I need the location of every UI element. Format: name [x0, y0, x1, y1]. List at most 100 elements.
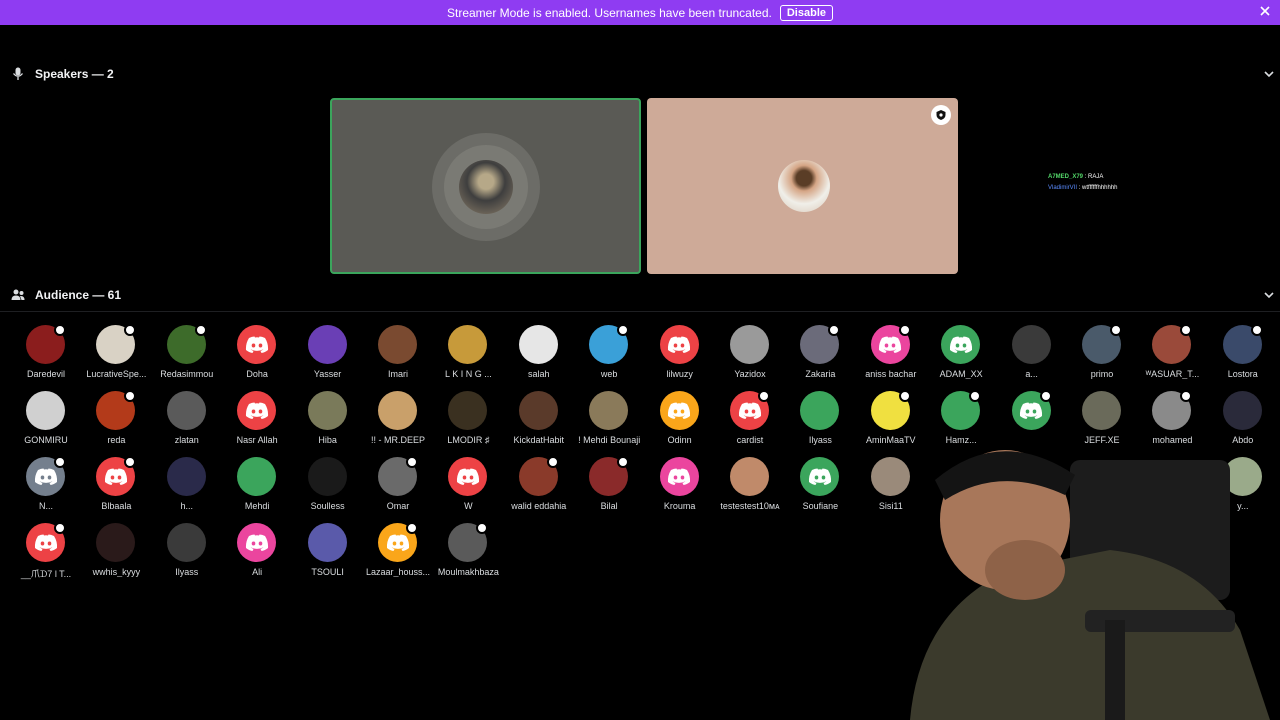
avatar: [166, 391, 206, 430]
audience-member[interactable]: Daredevil: [10, 322, 82, 382]
audience-member[interactable]: GONMIRU: [10, 388, 82, 448]
audience-member[interactable]: W: [432, 454, 504, 514]
audience-member[interactable]: Imari: [362, 322, 434, 382]
audience-member[interactable]: Soulless: [292, 454, 364, 514]
avatar: [307, 325, 347, 364]
chevron-down-icon[interactable]: [1263, 68, 1275, 80]
member-name: Soufiane: [802, 501, 839, 511]
audience-member[interactable]: reda: [80, 388, 152, 448]
audience-member[interactable]: Odinn: [644, 388, 716, 448]
member-name: Nasr Allah: [236, 435, 278, 445]
close-icon[interactable]: [1258, 4, 1272, 18]
audience-member[interactable]: Omar: [362, 454, 434, 514]
member-name: N...: [38, 501, 53, 511]
member-name: Zakaria: [805, 369, 836, 379]
audience-member[interactable]: !! - MR.DEEP: [362, 388, 434, 448]
member-name: aniss bachar: [865, 369, 917, 379]
avatar: [237, 391, 277, 430]
streamer-mode-banner: Streamer Mode is enabled. Usernames have…: [0, 0, 1280, 25]
audience-member[interactable]: aniss bachar: [855, 322, 927, 382]
audience-member[interactable]: a...: [996, 322, 1068, 382]
audience-member[interactable]: Moulmakhbaza: [432, 520, 504, 580]
member-name: Yazidox: [734, 369, 766, 379]
shield-icon: [124, 390, 137, 402]
avatar: [518, 325, 558, 364]
audience-member[interactable]: Blbaala: [80, 454, 152, 514]
chat-message: RAJA: [1088, 174, 1104, 180]
audience-member[interactable]: Redasimmou: [151, 322, 223, 382]
audience-member[interactable]: cardist: [714, 388, 786, 448]
audience-member[interactable]: Hiba: [292, 388, 364, 448]
audience-member[interactable]: Bilal: [573, 454, 645, 514]
audience-member[interactable]: Mehdi: [221, 454, 293, 514]
audience-member[interactable]: Doha: [221, 322, 293, 382]
chevron-down-icon[interactable]: [1263, 289, 1275, 301]
avatar: [166, 457, 206, 496]
audience-member[interactable]: Lazaar_houss...: [362, 520, 434, 580]
audience-member[interactable]: ADAM_XX: [925, 322, 997, 382]
member-name: testestest10ᴍᴀ: [720, 501, 780, 511]
member-name: LucrativeSpe...: [86, 369, 147, 379]
audience-member[interactable]: Krouma: [644, 454, 716, 514]
audience-member[interactable]: Ilyass: [784, 388, 856, 448]
audience-header[interactable]: Audience — 61: [0, 285, 1280, 305]
audience-member[interactable]: h...: [151, 454, 223, 514]
shield-icon: [1180, 390, 1193, 402]
avatar: [237, 523, 277, 562]
banner-message: Streamer Mode is enabled. Usernames have…: [447, 5, 772, 20]
speaker-tile[interactable]: [647, 98, 958, 274]
member-name: zlatan: [174, 435, 199, 445]
speaker-tile[interactable]: [330, 98, 641, 274]
audience-member[interactable]: N...: [10, 454, 82, 514]
member-name: wwhis_kyyy: [92, 567, 141, 577]
member-name: __爪ᗪ7 l T...: [20, 569, 72, 579]
audience-member[interactable]: ! Mehdi Bounaji: [573, 388, 645, 448]
member-name: cardist: [736, 435, 764, 445]
audience-member[interactable]: walid eddahia: [503, 454, 575, 514]
audience-member[interactable]: LucrativeSpe...: [80, 322, 152, 382]
audience-member[interactable]: LMODIR ♯: [432, 388, 504, 448]
audience-member[interactable]: salah: [503, 322, 575, 382]
shield-icon: [898, 324, 911, 336]
shield-icon: [476, 522, 489, 534]
speakers-header[interactable]: Speakers — 2: [0, 64, 1280, 84]
audience-member[interactable]: ᵂASUAR_T...: [1136, 322, 1208, 382]
disable-button[interactable]: Disable: [779, 4, 833, 21]
member-name: Yasser: [313, 369, 342, 379]
audience-member[interactable]: L K I N G ...: [432, 322, 504, 382]
member-name: GONMIRU: [24, 435, 68, 445]
audience-member[interactable]: Yasser: [292, 322, 364, 382]
audience-member[interactable]: Ilyass: [151, 520, 223, 580]
audience-member[interactable]: lilwuzy: [644, 322, 716, 382]
shield-icon: [194, 324, 207, 336]
audience-member[interactable]: Soufiane: [784, 454, 856, 514]
audience-member[interactable]: wwhis_kyyy: [80, 520, 152, 580]
member-name: lilwuzy: [666, 369, 693, 379]
audience-member[interactable]: Zakaria: [784, 322, 856, 382]
audience-member[interactable]: Nasr Allah: [221, 388, 293, 448]
audience-member[interactable]: zlatan: [151, 388, 223, 448]
audience-member[interactable]: testestest10ᴍᴀ: [714, 454, 786, 514]
discord-logo-icon: [949, 336, 972, 353]
chat-line: A7MED_X79 : RAJA: [1048, 174, 1104, 180]
audience-member[interactable]: Yazidox: [714, 322, 786, 382]
audience-member[interactable]: KickdatHabit: [503, 388, 575, 448]
shield-icon: [124, 324, 137, 336]
shield-icon: [617, 324, 630, 336]
shield-icon: [936, 110, 946, 120]
audience-member[interactable]: Ali: [221, 520, 293, 580]
audience-member[interactable]: Lostora: [1207, 322, 1279, 382]
discord-logo-icon: [245, 336, 268, 353]
avatar: [659, 457, 699, 496]
member-name: ! Mehdi Bounaji: [578, 435, 641, 445]
discord-logo-icon: [668, 336, 691, 353]
divider: [0, 311, 1280, 312]
member-name: Bilal: [600, 501, 618, 511]
audience-member[interactable]: TSOULI: [292, 520, 364, 580]
discord-logo-icon: [668, 402, 691, 419]
audience-member[interactable]: __爪ᗪ7 l T...: [10, 520, 82, 580]
avatar: [518, 391, 558, 430]
audience-member[interactable]: web: [573, 322, 645, 382]
audience-member[interactable]: primo: [1066, 322, 1138, 382]
avatar: [659, 391, 699, 430]
